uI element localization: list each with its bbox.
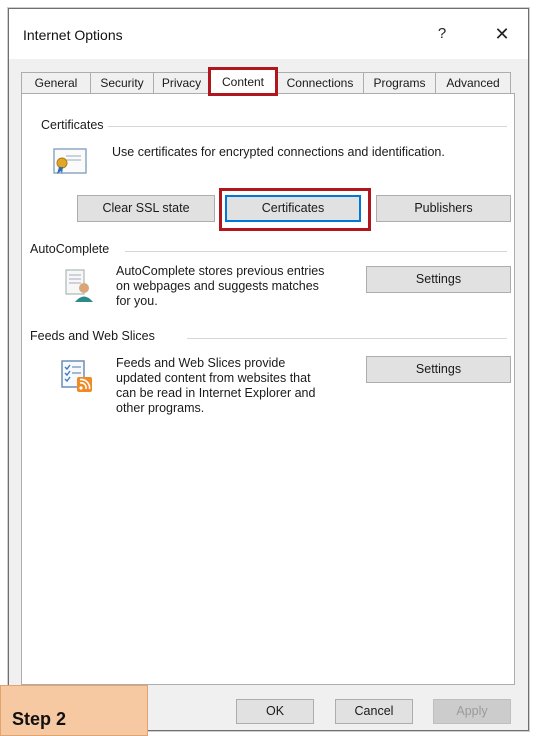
tab-advanced[interactable]: Advanced xyxy=(435,72,511,93)
feeds-divider xyxy=(187,338,507,339)
step-label: Step 2 xyxy=(12,709,67,729)
tab-content[interactable]: Content xyxy=(208,67,278,96)
tab-privacy[interactable]: Privacy xyxy=(153,72,210,93)
content-tab-panel: Certificates Use certificates for encryp… xyxy=(21,93,515,685)
autocomplete-settings-button[interactable]: Settings xyxy=(366,266,511,293)
certificates-button[interactable]: Certificates xyxy=(225,195,361,222)
feeds-description-line: Feeds and Web Slices provide xyxy=(116,356,286,370)
autocomplete-group-label: AutoComplete xyxy=(30,242,114,256)
certificates-group-label: Certificates xyxy=(41,118,108,132)
feeds-group-label: Feeds and Web Slices xyxy=(30,329,159,343)
publishers-button[interactable]: Publishers xyxy=(376,195,511,222)
internet-options-dialog: Internet Options ? ✕ General Security Pr… xyxy=(8,8,529,731)
tab-connections[interactable]: Connections xyxy=(276,72,364,93)
feeds-description-line: updated content from websites that xyxy=(116,371,311,385)
apply-button[interactable]: Apply xyxy=(433,699,511,724)
certificates-description: Use certificates for encrypted connectio… xyxy=(112,145,445,159)
tab-security[interactable]: Security xyxy=(90,72,154,93)
feeds-icon xyxy=(61,360,92,392)
autocomplete-description-line: on webpages and suggests matches xyxy=(116,279,319,293)
autocomplete-icon xyxy=(65,269,93,302)
tab-programs[interactable]: Programs xyxy=(363,72,436,93)
title-bar: Internet Options ? ✕ xyxy=(9,9,528,59)
autocomplete-description-line: AutoComplete stores previous entries xyxy=(116,264,325,278)
help-button[interactable]: ? xyxy=(427,21,457,47)
feeds-description-line: other programs. xyxy=(116,401,205,415)
tab-general[interactable]: General xyxy=(21,72,91,93)
certificate-icon xyxy=(53,148,87,174)
feeds-description: Feeds and Web Slices provide updated con… xyxy=(116,356,315,416)
feeds-settings-button[interactable]: Settings xyxy=(366,356,511,383)
autocomplete-description-line: for you. xyxy=(116,294,158,308)
certificates-divider xyxy=(97,126,507,127)
autocomplete-description: AutoComplete stores previous entries on … xyxy=(116,264,324,309)
autocomplete-divider xyxy=(125,251,507,252)
step-annotation-badge: Step 2 xyxy=(0,685,148,736)
ok-button[interactable]: OK xyxy=(236,699,314,724)
window-title: Internet Options xyxy=(23,27,123,43)
close-button[interactable]: ✕ xyxy=(487,21,517,47)
feeds-description-line: can be read in Internet Explorer and xyxy=(116,386,316,400)
clear-ssl-state-button[interactable]: Clear SSL state xyxy=(77,195,215,222)
cancel-button[interactable]: Cancel xyxy=(335,699,413,724)
